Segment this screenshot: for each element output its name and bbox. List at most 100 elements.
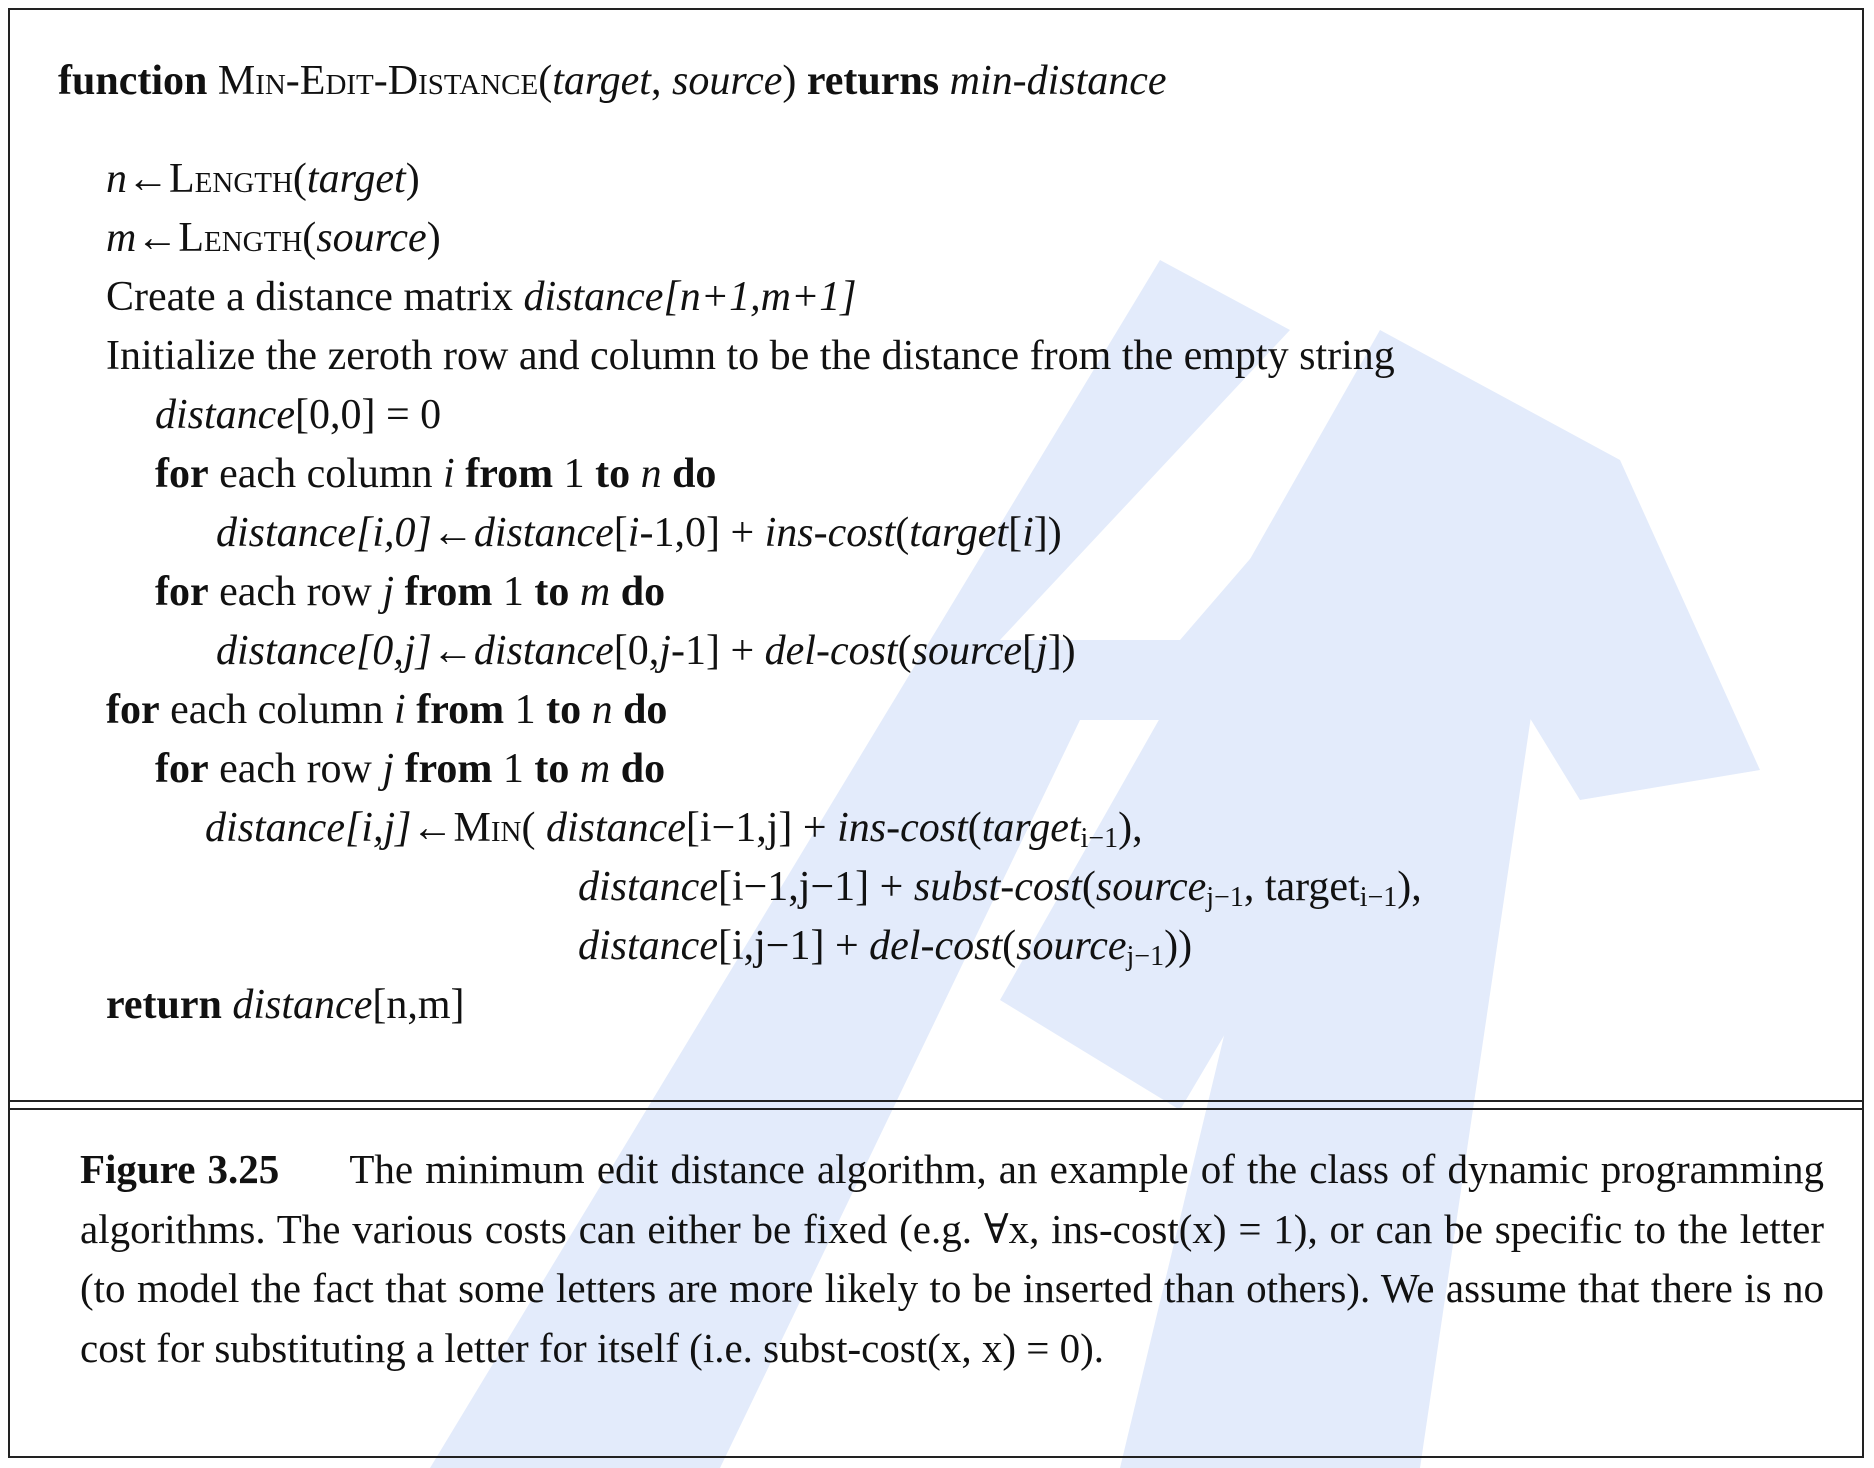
loop-text: each column [159, 687, 395, 733]
return-index: [n,m] [372, 982, 465, 1028]
var-n: n [640, 451, 662, 497]
var-distance: distance [545, 805, 686, 851]
var-m: m [579, 569, 611, 615]
line-return: return distance[n,m] [106, 976, 465, 1035]
paren: ), [1397, 864, 1422, 910]
line-length-source: m←Length(source) [106, 209, 441, 268]
keyword-for: for [155, 746, 209, 792]
keyword-for: for [106, 687, 160, 733]
paren: ), [1118, 805, 1143, 851]
var-j: j [659, 628, 671, 674]
loop-rows-main: for each row j from 1 to m do [155, 740, 665, 799]
paren: ) [405, 156, 420, 202]
var-j: j [382, 569, 395, 615]
comma: , [650, 58, 672, 104]
paren: ) [426, 215, 441, 261]
paren: ( [538, 58, 553, 104]
arg-source: source [316, 215, 427, 261]
loop-text: each row [208, 746, 383, 792]
assign-arrow: ← [127, 156, 169, 202]
bracket: [ [613, 510, 628, 556]
var-j: j [1036, 628, 1048, 674]
index-rest: -1] + [670, 628, 765, 674]
initialize-text: Initialize the zeroth row and column to … [106, 333, 1395, 379]
index-expression: [i,j−1] + [717, 923, 870, 969]
paren: ) [782, 58, 797, 104]
paren: ( [1002, 923, 1017, 969]
keyword-do: do [672, 451, 717, 497]
arg-target: target [909, 510, 1009, 556]
line-initialize: Initialize the zeroth row and column to … [106, 327, 1395, 386]
keyword-for: for [155, 569, 209, 615]
var-distance: distance [232, 982, 373, 1028]
arg-target: target [306, 156, 406, 202]
keyword-function: function [58, 58, 208, 104]
loop-text: each row [208, 569, 383, 615]
func-del-cost: del-cost [764, 628, 898, 674]
paren: ( [967, 805, 982, 851]
keyword-do: do [623, 687, 668, 733]
index-rest: -1,0] + [639, 510, 765, 556]
create-text: Create a distance matrix [106, 274, 524, 320]
var-m: m [106, 215, 137, 261]
keyword-from: from [404, 569, 493, 615]
paren: ( [292, 156, 307, 202]
keyword-to: to [595, 451, 631, 497]
subscript: j−1 [1206, 882, 1244, 913]
var-i: i [443, 451, 455, 497]
var-i: i [394, 687, 406, 733]
keyword-to: to [534, 746, 570, 792]
lhs-distance: distance[i,0] [216, 510, 432, 556]
bracket: ]) [1033, 510, 1062, 556]
func-min: Min [453, 805, 522, 851]
paren: ( [302, 215, 317, 261]
var-n: n [106, 156, 127, 202]
func-length: Length [178, 215, 303, 261]
param-target: target [552, 58, 651, 104]
loop-start: 1 [492, 746, 535, 792]
var-i: i [1022, 510, 1034, 556]
arg-target: target [981, 805, 1081, 851]
loop-rows-init: for each row j from 1 to m do [155, 563, 665, 622]
algorithm-header: function Min-Edit-Distance(target, sourc… [58, 52, 1167, 111]
min-recurrence-delete: distance[i,j−1] + del-cost(sourcej−1)) [578, 917, 1192, 976]
keyword-from: from [416, 687, 505, 733]
lhs-distance: distance[i,j] [205, 805, 412, 851]
var-n: n [591, 687, 613, 733]
line-distance-origin: distance[0,0] = 0 [155, 386, 441, 445]
loop-start: 1 [504, 687, 547, 733]
func-del-cost: del-cost [869, 923, 1003, 969]
subscript: i−1 [1359, 882, 1398, 913]
assign-arrow: ← [411, 805, 454, 851]
loop-columns-main: for each column i from 1 to n do [106, 681, 667, 740]
subscript: i−1 [1080, 823, 1119, 854]
function-name: Min-Edit-Distance [217, 58, 539, 104]
func-subst-cost: subst-cost [913, 864, 1082, 910]
func-ins-cost: ins-cost [837, 805, 968, 851]
arg-target: , target [1243, 864, 1360, 910]
lhs-distance: distance[0,j] [216, 628, 432, 674]
keyword-from: from [465, 451, 554, 497]
func-length: Length [169, 156, 293, 202]
min-recurrence-substitute: distance[i−1,j−1] + subst-cost(sourcej−1… [578, 858, 1422, 917]
matrix-decl: distance[n+1,m+1] [523, 274, 857, 320]
keyword-to: to [534, 569, 570, 615]
paren: ( [1081, 864, 1096, 910]
keyword-to: to [546, 687, 582, 733]
line-length-target: n←Length(target) [106, 150, 420, 209]
bracket: [ [1008, 510, 1023, 556]
assign-arrow: ← [431, 628, 474, 674]
keyword-do: do [620, 746, 666, 792]
loop-columns-init: for each column i from 1 to n do [155, 445, 716, 504]
loop-start: 1 [492, 569, 535, 615]
arg-source: source [911, 628, 1023, 674]
param-source: source [671, 58, 783, 104]
keyword-returns: returns [806, 58, 940, 104]
var-m: m [579, 746, 611, 792]
index-expression: [i−1,j−1] + [717, 864, 914, 910]
var-distance: distance [155, 392, 295, 438]
line-init-column: distance[i,0]←distance[i-1,0] + ins-cost… [216, 504, 1062, 563]
assign-arrow: ← [431, 510, 474, 556]
bracket: [0, [613, 628, 660, 674]
var-distance: distance [578, 864, 718, 910]
